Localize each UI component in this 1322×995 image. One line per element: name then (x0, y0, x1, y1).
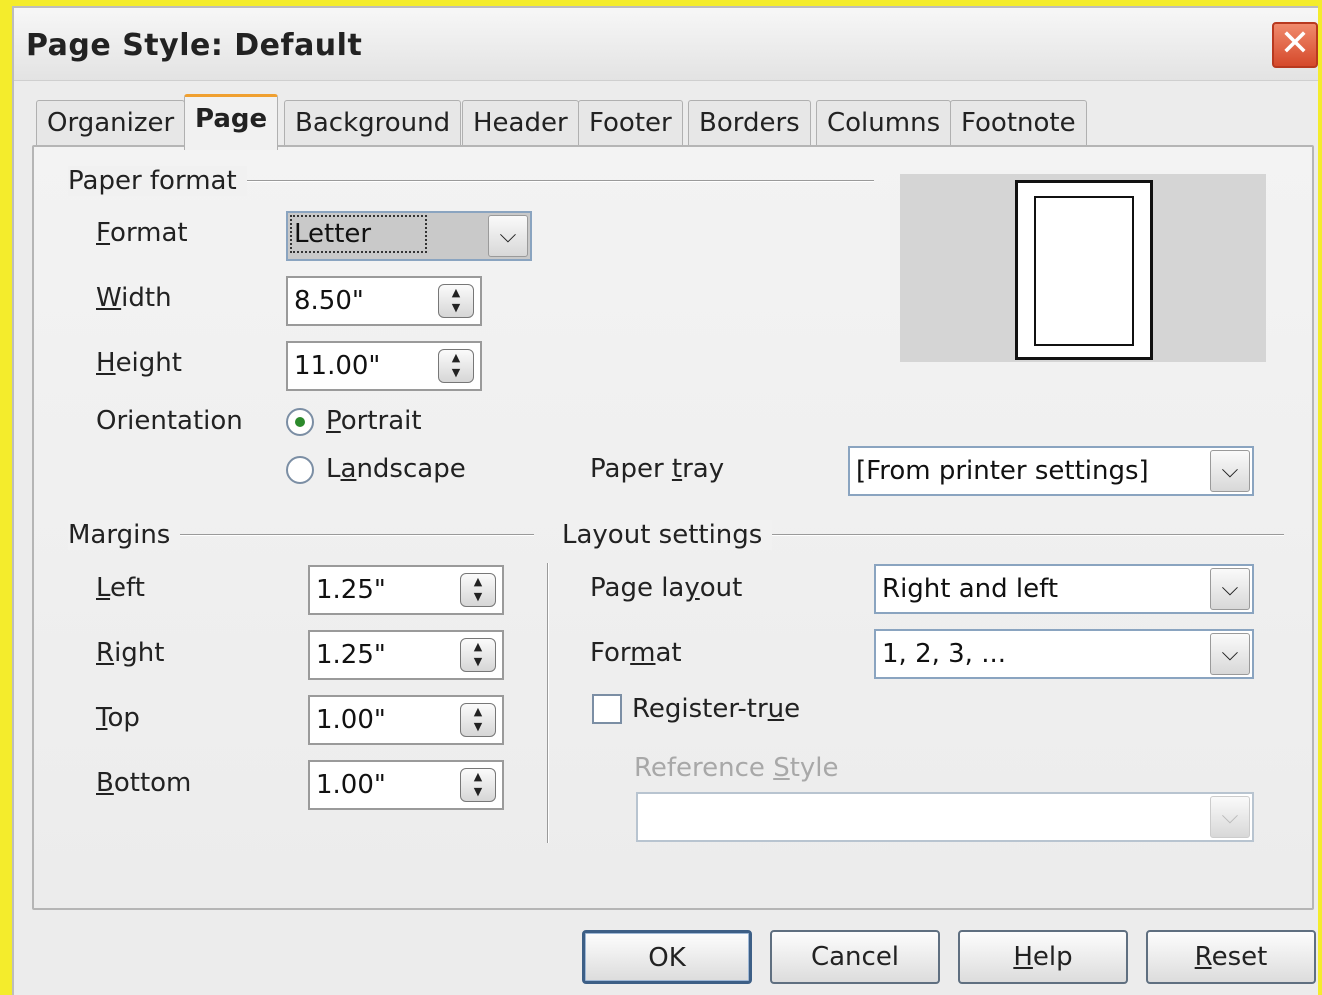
page-style-dialog: Page Style: Default ✕ Organizer Page Bac… (12, 6, 1318, 995)
margins-separator (174, 534, 534, 536)
spin-updown-icon[interactable]: ▲ ▼ (460, 573, 496, 607)
width-spinbox[interactable]: 8.50" ▲ ▼ (286, 276, 482, 326)
chevron-down-icon[interactable]: ⌵ (1210, 450, 1250, 492)
right-margin-label: Right (96, 638, 165, 668)
tab-page[interactable]: Page (184, 94, 279, 150)
tab-columns[interactable]: Columns (816, 100, 952, 146)
layout-settings-group-label: Layout settings (562, 520, 773, 550)
tab-organizer[interactable]: Organizer (36, 100, 186, 146)
group-divider (547, 563, 549, 843)
chevron-down-icon[interactable]: ⌵ (488, 215, 528, 257)
landscape-radio[interactable] (286, 456, 314, 484)
bottom-margin-spinbox[interactable]: 1.00" ▲ ▼ (308, 760, 504, 810)
numbering-format-value: 1, 2, 3, ... (882, 639, 1007, 669)
paper-tray-dropdown[interactable]: [From printer settings] ⌵ (848, 446, 1254, 496)
format-value: Letter (289, 215, 428, 253)
paper-format-group-label: Paper format (68, 166, 247, 196)
format-dropdown[interactable]: Letter ⌵ (286, 211, 532, 261)
numbering-format-dropdown[interactable]: 1, 2, 3, ... ⌵ (874, 629, 1254, 679)
top-margin-spinbox[interactable]: 1.00" ▲ ▼ (308, 695, 504, 745)
height-spinbox[interactable]: 11.00" ▲ ▼ (286, 341, 482, 391)
chevron-down-icon[interactable]: ⌵ (1210, 568, 1250, 610)
dialog-title: Page Style: Default (26, 28, 363, 63)
page-layout-label: Page layout (590, 573, 743, 603)
page-layout-value: Right and left (882, 574, 1059, 604)
spin-updown-icon[interactable]: ▲ ▼ (438, 349, 474, 383)
orientation-label: Orientation (96, 406, 243, 436)
width-value: 8.50" (294, 286, 364, 316)
tab-borders[interactable]: Borders (688, 100, 811, 146)
close-icon: ✕ (1279, 23, 1311, 64)
tab-background[interactable]: Background (284, 100, 462, 146)
landscape-label[interactable]: Landscape (326, 454, 466, 484)
numbering-format-label: Format (590, 638, 682, 668)
preview-margin-outline (1034, 196, 1134, 346)
bottom-margin-label: Bottom (96, 768, 192, 798)
ok-button[interactable]: OK (582, 930, 752, 984)
tab-footnote[interactable]: Footnote (950, 100, 1087, 146)
height-label: Height (96, 348, 182, 378)
cancel-button[interactable]: Cancel (770, 930, 940, 984)
spin-updown-icon[interactable]: ▲ ▼ (460, 638, 496, 672)
layout-settings-separator (760, 534, 1284, 536)
portrait-label[interactable]: Portrait (326, 406, 422, 436)
height-value: 11.00" (294, 351, 381, 381)
reference-style-dropdown[interactable]: ⌵ (636, 792, 1254, 842)
register-true-checkbox[interactable] (592, 694, 622, 724)
left-margin-label: Left (96, 573, 145, 603)
spin-updown-icon[interactable]: ▲ ▼ (438, 284, 474, 318)
paper-tray-label: Paper tray (590, 454, 725, 484)
register-true-label[interactable]: Register-true (632, 694, 800, 724)
portrait-radio[interactable] (286, 408, 314, 436)
tab-footer[interactable]: Footer (578, 100, 683, 146)
paper-format-separator (234, 180, 874, 182)
title-bar: Page Style: Default ✕ (14, 8, 1318, 81)
right-margin-spinbox[interactable]: 1.25" ▲ ▼ (308, 630, 504, 680)
left-margin-spinbox[interactable]: 1.25" ▲ ▼ (308, 565, 504, 615)
bottom-margin-value: 1.00" (316, 770, 386, 800)
paper-tray-value: [From printer settings] (856, 456, 1149, 486)
reset-button[interactable]: Reset (1146, 930, 1316, 984)
chevron-down-icon[interactable]: ⌵ (1210, 796, 1250, 838)
top-margin-label: Top (96, 703, 140, 733)
chevron-down-icon[interactable]: ⌵ (1210, 633, 1250, 675)
tab-header[interactable]: Header (462, 100, 579, 146)
right-margin-value: 1.25" (316, 640, 386, 670)
page-layout-dropdown[interactable]: Right and left ⌵ (874, 564, 1254, 614)
close-button[interactable]: ✕ (1272, 22, 1318, 68)
width-label: Width (96, 283, 172, 313)
spin-updown-icon[interactable]: ▲ ▼ (460, 768, 496, 802)
left-margin-value: 1.25" (316, 575, 386, 605)
margins-group-label: Margins (68, 520, 181, 550)
top-margin-value: 1.00" (316, 705, 386, 735)
reference-style-label: Reference Style (634, 753, 839, 783)
help-button[interactable]: Help (958, 930, 1128, 984)
format-label: Format (96, 218, 188, 248)
spin-updown-icon[interactable]: ▲ ▼ (460, 703, 496, 737)
